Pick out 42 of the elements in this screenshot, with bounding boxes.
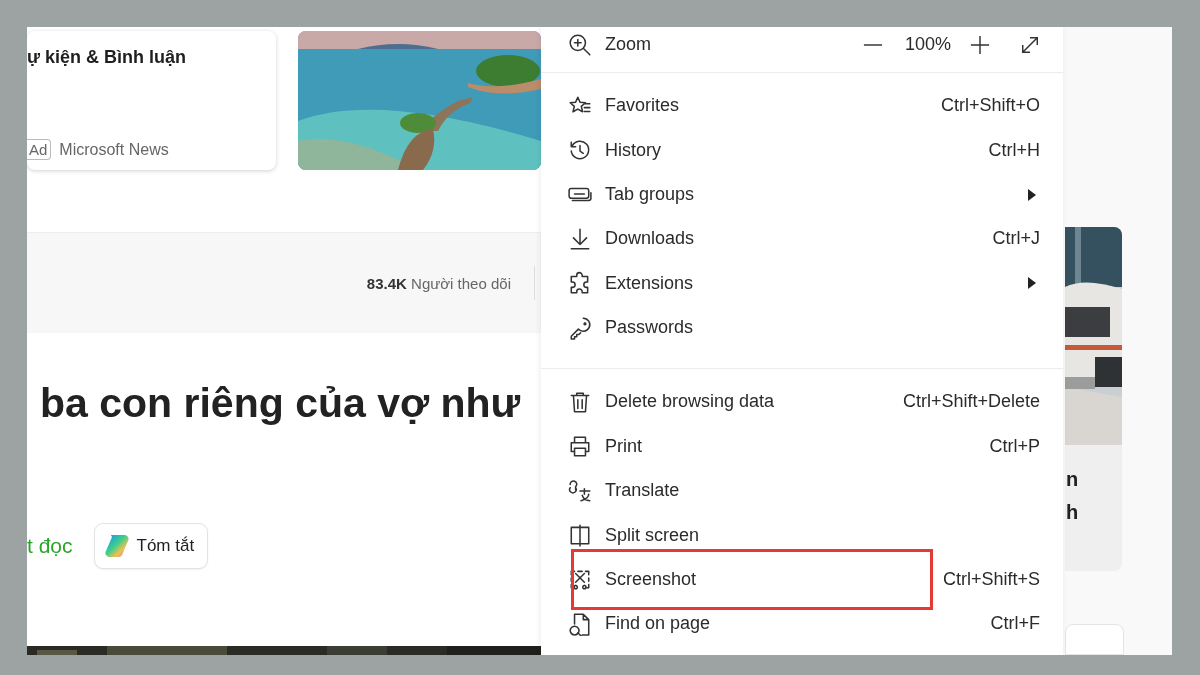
translate-icon xyxy=(568,478,592,503)
shortcut-text: Ctrl+Shift+O xyxy=(940,95,1040,117)
printer-icon xyxy=(568,434,592,459)
download-icon xyxy=(568,226,592,251)
menu-item[interactable]: Tab groups xyxy=(541,172,1063,217)
shortcut-text: Ctrl+J xyxy=(992,228,1040,250)
card-title-fragment: n xyxy=(1066,467,1080,492)
menu-item-label: Zoom xyxy=(605,34,652,56)
menu-item[interactable]: Passwords xyxy=(541,305,1063,350)
menu-item[interactable]: Extensions xyxy=(541,261,1063,306)
card-title-fragment: h xyxy=(1066,500,1080,525)
menu-item[interactable]: History Ctrl+H xyxy=(541,128,1063,173)
submenu-arrow-icon xyxy=(1028,277,1036,290)
ad-badge: Ad xyxy=(27,139,52,160)
menu-item[interactable]: Find on page Ctrl+F xyxy=(541,601,1063,646)
menu-item[interactable]: Downloads Ctrl+J xyxy=(541,216,1063,262)
follower-count: 83.4K Người theo dõi xyxy=(366,274,511,292)
article-title: ự kiện & Bình luận xyxy=(27,47,188,68)
shortcut-text: Ctrl+P xyxy=(989,435,1040,457)
fullscreen-icon[interactable] xyxy=(1020,34,1040,55)
shortcut-text: Ctrl+H xyxy=(988,139,1040,161)
news-card[interactable]: n h xyxy=(1065,227,1122,571)
key-icon xyxy=(568,315,592,340)
menu-item[interactable]: Translate xyxy=(541,468,1063,513)
menu-item[interactable]: Favorites Ctrl+Shift+O xyxy=(541,83,1063,128)
shortcut-text: Ctrl+F xyxy=(990,613,1040,635)
find-page-icon xyxy=(568,611,592,636)
shortcut-text: Ctrl+Shift+Delete xyxy=(902,391,1040,413)
menu-item[interactable]: Print Ctrl+P xyxy=(541,424,1063,469)
article-card[interactable]: ự kiện & Bình luận Ad Microsoft News xyxy=(27,31,276,170)
zoom-value: 100% xyxy=(904,34,951,56)
menu-item[interactable]: Delete browsing data Ctrl+Shift+Delete xyxy=(541,379,1063,425)
shortcut-text: Ctrl+Shift+S xyxy=(942,568,1040,590)
zoom-in-button[interactable] xyxy=(970,34,990,55)
menu-item[interactable]: Split screen xyxy=(541,512,1063,558)
zoom-in-icon xyxy=(568,32,592,57)
split-screen-icon xyxy=(568,523,592,547)
source-name: Microsoft News xyxy=(59,140,169,159)
article-headline: ba con riêng của vợ như xyxy=(39,379,522,428)
menu-item[interactable]: Screenshot Ctrl+Shift+S xyxy=(541,557,1063,602)
submenu-arrow-icon xyxy=(1028,188,1036,201)
summary-button[interactable]: Tóm tắt xyxy=(93,523,209,569)
